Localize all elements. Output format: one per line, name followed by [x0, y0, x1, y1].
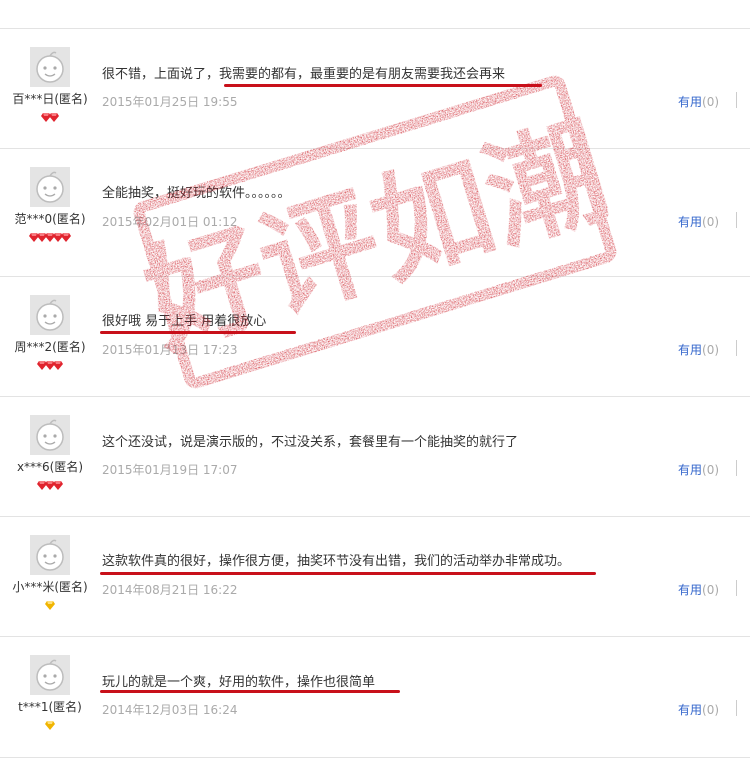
useful-vote: 有用(0): [678, 461, 719, 478]
review-item: x***6(匿名) 这个还没试，说是演示版的，不过没关系，套餐里有一个能抽奖的就…: [0, 396, 750, 517]
divider: [736, 460, 737, 476]
review-item: 小***米(匿名) 这款软件真的很好，操作很方便，抽奖环节没有出错，我们的活动举…: [0, 516, 750, 637]
review-text: 很好哦 易于上手 用着很放心: [102, 314, 267, 329]
review-timestamp: 2014年12月03日 16:24: [102, 703, 238, 717]
review-timestamp: 2014年08月21日 16:22: [102, 583, 238, 597]
avatar-icon[interactable]: [30, 655, 70, 695]
useful-vote: 有用(0): [678, 581, 719, 598]
useful-vote: 有用(0): [678, 701, 719, 718]
avatar-icon[interactable]: [30, 167, 70, 207]
useful-button[interactable]: 有用: [678, 703, 702, 717]
review-text: 玩儿的就是一个爽，好用的软件，操作也很简单: [102, 675, 376, 690]
review-timestamp: 2015年01月25日 19:55: [102, 95, 238, 109]
useful-count: (0): [702, 215, 720, 229]
review-text: 这个还没试，说是演示版的，不过没关系，套餐里有一个能抽奖的就行了: [102, 435, 519, 450]
divider: [736, 580, 737, 596]
user-level-badges: [0, 360, 100, 372]
divider: [736, 340, 737, 356]
useful-count: (0): [702, 95, 720, 109]
red-diamond-icon: [49, 113, 59, 122]
username[interactable]: 范***0(匿名): [0, 210, 100, 227]
username[interactable]: 小***米(匿名): [0, 578, 100, 595]
useful-button[interactable]: 有用: [678, 343, 702, 357]
yellow-diamond-icon: [45, 601, 55, 610]
review-timestamp: 2015年01月13日 17:23: [102, 343, 238, 357]
useful-count: (0): [702, 703, 720, 717]
username[interactable]: 周***2(匿名): [0, 338, 100, 355]
useful-count: (0): [702, 463, 720, 477]
username[interactable]: 百***日(匿名): [0, 90, 100, 107]
useful-vote: 有用(0): [678, 341, 719, 358]
review-item: 范***0(匿名) 全能抽奖，挺好玩的软件。。。。。。 2015年02月01日 …: [0, 148, 750, 277]
red-diamond-icon: [53, 361, 63, 370]
useful-vote: 有用(0): [678, 93, 719, 110]
avatar-icon[interactable]: [30, 415, 70, 455]
user-level-badges: [0, 720, 100, 732]
useful-button[interactable]: 有用: [678, 463, 702, 477]
useful-button[interactable]: 有用: [678, 215, 702, 229]
divider: [736, 212, 737, 228]
username[interactable]: t***1(匿名): [0, 698, 100, 715]
divider: [736, 700, 737, 716]
highlight-underline: [100, 331, 296, 334]
user-level-badges: [0, 600, 100, 612]
review-timestamp: 2015年01月19日 17:07: [102, 463, 238, 477]
user-level-badges: [0, 232, 100, 244]
review-text: 全能抽奖，挺好玩的软件。。。。。。: [102, 186, 291, 201]
avatar-icon[interactable]: [30, 47, 70, 87]
review-item: 百***日(匿名) 很不错，上面说了，我需要的都有，最重要的是有朋友需要我还会再…: [0, 28, 750, 149]
useful-count: (0): [702, 343, 720, 357]
red-diamond-icon: [53, 481, 63, 490]
useful-count: (0): [702, 583, 720, 597]
review-item: 周***2(匿名) 很好哦 易于上手 用着很放心 2015年01月13日 17:…: [0, 276, 750, 397]
avatar-icon[interactable]: [30, 295, 70, 335]
highlight-underline: [100, 572, 596, 575]
divider: [736, 92, 737, 108]
useful-button[interactable]: 有用: [678, 583, 702, 597]
user-level-badges: [0, 112, 100, 124]
avatar-icon[interactable]: [30, 535, 70, 575]
review-text: 很不错，上面说了，我需要的都有，最重要的是有朋友需要我还会再来: [102, 67, 506, 82]
highlight-underline: [224, 84, 542, 87]
useful-vote: 有用(0): [678, 213, 719, 230]
red-diamond-icon: [61, 233, 71, 242]
highlight-underline: [100, 690, 400, 693]
review-list: 百***日(匿名) 很不错，上面说了，我需要的都有，最重要的是有朋友需要我还会再…: [0, 0, 750, 768]
yellow-diamond-icon: [45, 721, 55, 730]
review-text: 这款软件真的很好，操作很方便，抽奖环节没有出错，我们的活动举办非常成功。: [102, 554, 571, 569]
user-level-badges: [0, 480, 100, 492]
username[interactable]: x***6(匿名): [0, 458, 100, 475]
review-timestamp: 2015年02月01日 01:12: [102, 215, 238, 229]
useful-button[interactable]: 有用: [678, 95, 702, 109]
review-item: t***1(匿名) 玩儿的就是一个爽，好用的软件，操作也很简单 2014年12月…: [0, 636, 750, 758]
